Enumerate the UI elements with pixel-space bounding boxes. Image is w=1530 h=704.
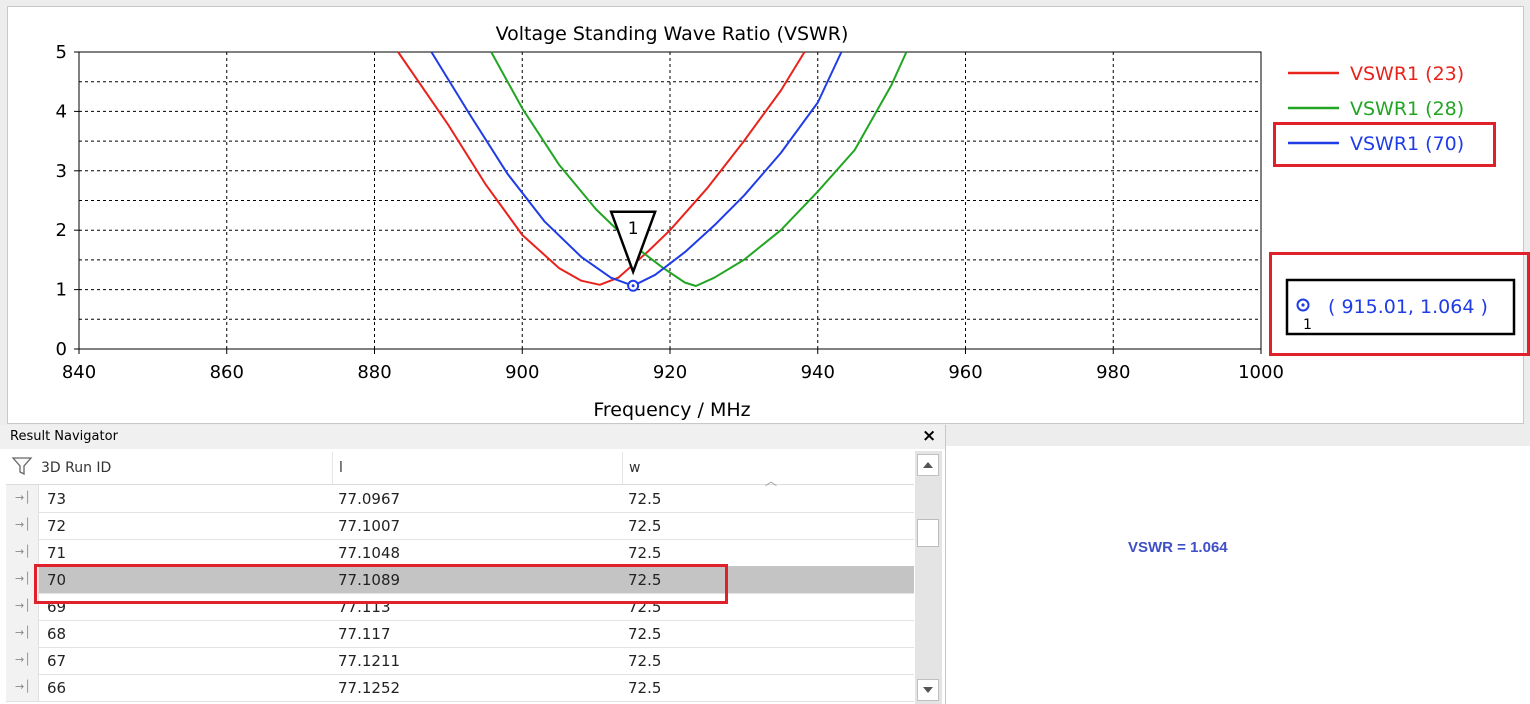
x-tick-label: 840 [62,362,96,383]
filter-icon[interactable] [10,455,34,477]
x-tick-label: 980 [1096,362,1130,383]
x-tick-label: 900 [505,362,539,383]
table-header: 3D Run ID l w ︿ [6,452,914,488]
series-line-0 [397,51,806,286]
row-pin-icon[interactable]: →│ [6,647,39,674]
column-header-l[interactable]: l [339,460,343,476]
row-pin-icon[interactable]: →│ [6,485,39,512]
table-row[interactable]: →│ 66 77.1252 72.5 [6,674,914,702]
y-tick-label: 0 [56,339,67,360]
scroll-thumb[interactable] [917,519,939,547]
series-layer [397,51,908,287]
cell-run-id: 67 [47,652,67,670]
readout-highlight-box [1269,252,1530,356]
y-tick-label: 2 [56,220,67,241]
cell-w: 72.5 [628,490,662,508]
marker-point-center [631,284,635,288]
series-line-1 [490,51,908,287]
chevron-down-icon [923,687,933,693]
vswr-chart[interactable]: 840 860 880 900 920 940 960 980 1000 0 1 2 3 4 5 Volta… [8,7,1523,423]
vswr-annotation: VSWR = 1.064 [1128,539,1228,556]
row-pin-icon[interactable]: →│ [6,674,39,701]
x-axis-label: Frequency / MHz [593,399,750,421]
scroll-down-button[interactable] [917,679,939,701]
table-row[interactable]: →│ 67 77.1211 72.5 [6,647,914,675]
chart-title: Voltage Standing Wave Ratio (VSWR) [496,23,849,45]
cell-l: 77.1252 [338,679,401,697]
y-tick-label: 4 [56,101,67,122]
cell-l: 77.0967 [338,490,401,508]
cell-l: 77.1048 [338,544,401,562]
row-pin-icon[interactable]: →│ [6,539,39,566]
x-tick-label: 960 [948,362,982,383]
x-tick-label: 920 [653,362,687,383]
x-tick-label: 940 [801,362,835,383]
cell-l: 77.1211 [338,652,401,670]
table-row[interactable]: →│ 73 77.0967 72.5 [6,485,914,513]
navigator-titlebar: Result Navigator × [0,425,945,449]
legend-label-0: VSWR1 (23) [1350,63,1464,85]
chart-grid [79,52,1261,349]
cell-run-id: 73 [47,490,67,508]
y-tick-label: 5 [56,42,67,63]
table-row[interactable]: →│ 71 77.1048 72.5 [6,539,914,567]
chevron-up-icon [923,462,933,468]
marker-label: 1 [628,219,639,239]
row-highlight-box [34,564,728,604]
legend-label-1: VSWR1 (28) [1350,98,1464,120]
plot-window: 840 860 880 900 920 940 960 980 1000 0 1 2 3 4 5 Volta… [0,0,1530,446]
cell-run-id: 72 [47,517,67,535]
x-tick-label: 880 [357,362,391,383]
row-pin-icon[interactable]: →│ [6,620,39,647]
x-tick-label: 860 [210,362,244,383]
axis-ticks: 840 860 880 900 920 940 960 980 1000 0 1 2 3 4 5 [56,42,1284,383]
close-icon[interactable]: × [922,426,936,446]
y-tick-label: 1 [56,280,67,301]
table-row[interactable]: →│ 72 77.1007 72.5 [6,512,914,540]
cell-run-id: 66 [47,679,67,697]
cell-w: 72.5 [628,625,662,643]
row-pin-icon[interactable]: →│ [6,512,39,539]
cell-w: 72.5 [628,544,662,562]
column-header-w[interactable]: w [629,460,640,476]
cell-run-id: 71 [47,544,67,562]
column-header-run-id[interactable]: 3D Run ID [41,460,111,476]
scroll-up-button[interactable] [917,454,939,476]
y-tick-label: 3 [56,161,67,182]
plot-panel: 840 860 880 900 920 940 960 980 1000 0 1 2 3 4 5 Volta… [7,6,1524,424]
vertical-scrollbar[interactable] [915,451,942,704]
cell-l: 77.117 [338,625,391,643]
legend-highlight-box [1273,122,1496,167]
cell-w: 72.5 [628,679,662,697]
x-tick-label: 1000 [1238,362,1284,383]
cell-w: 72.5 [628,652,662,670]
table-row[interactable]: →│ 68 77.117 72.5 [6,620,914,648]
cell-l: 77.1007 [338,517,401,535]
navigator-title: Result Navigator [10,429,118,444]
cell-w: 72.5 [628,517,662,535]
cell-run-id: 68 [47,625,67,643]
